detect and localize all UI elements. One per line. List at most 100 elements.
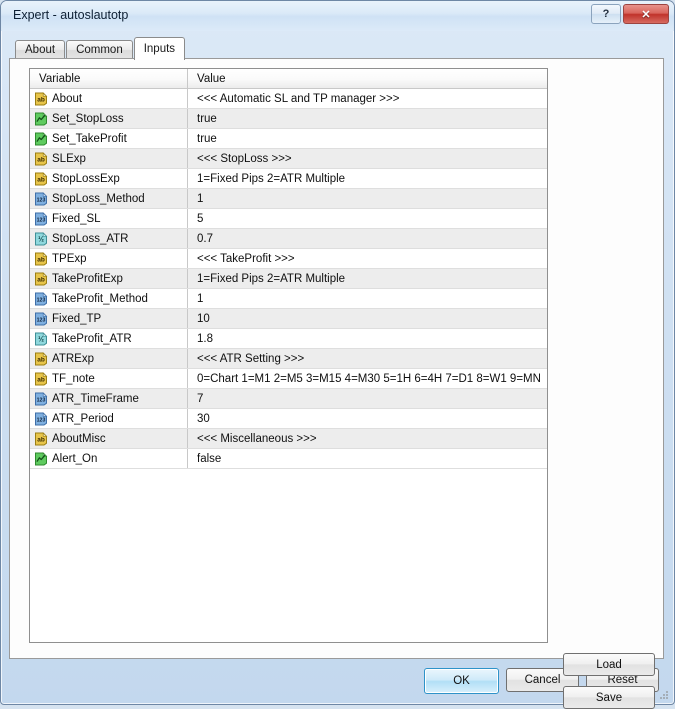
grid-row[interactable]: Set_StopLoss true: [30, 109, 547, 129]
variable-name: StopLoss_Method: [52, 192, 145, 205]
value-cell[interactable]: 1: [188, 189, 547, 208]
variable-name: ATR_TimeFrame: [52, 392, 139, 405]
load-button[interactable]: Load: [563, 653, 655, 676]
grid-row[interactable]: ab AboutMisc <<< Miscellaneous >>>: [30, 429, 547, 449]
tab-about[interactable]: About: [15, 40, 66, 59]
variable-cell[interactable]: Alert_On: [30, 449, 188, 468]
double-type-icon: ½: [34, 231, 48, 246]
value-cell[interactable]: 7: [188, 389, 547, 408]
variable-cell[interactable]: ½ TakeProfit_ATR: [30, 329, 188, 348]
integer-type-icon: 123: [34, 411, 48, 426]
value-cell[interactable]: 0=Chart 1=M1 2=M5 3=M15 4=M30 5=1H 6=4H …: [188, 369, 547, 388]
variable-cell[interactable]: ab About: [30, 89, 188, 108]
value-cell[interactable]: 10: [188, 309, 547, 328]
svg-text:123: 123: [37, 217, 46, 223]
variable-name: About: [52, 92, 83, 105]
variable-cell[interactable]: ab ATRExp: [30, 349, 188, 368]
tab-label: About: [25, 44, 56, 56]
grid-row[interactable]: 123 StopLoss_Method 1: [30, 189, 547, 209]
variable-cell[interactable]: ab TPExp: [30, 249, 188, 268]
grid-row[interactable]: ab TPExp <<< TakeProfit >>>: [30, 249, 547, 269]
value-cell[interactable]: 5: [188, 209, 547, 228]
variable-cell[interactable]: 123 ATR_Period: [30, 409, 188, 428]
variable-cell[interactable]: 123 StopLoss_Method: [30, 189, 188, 208]
variable-name: TakeProfit_Method: [52, 292, 148, 305]
variable-name: StopLossExp: [52, 172, 120, 185]
string-type-icon: ab: [34, 351, 48, 366]
tab-common[interactable]: Common: [66, 40, 133, 59]
string-type-icon: ab: [34, 151, 48, 166]
grid-row[interactable]: Alert_On false: [30, 449, 547, 469]
save-button[interactable]: Save: [563, 686, 655, 709]
value-cell[interactable]: 1=Fixed Pips 2=ATR Multiple: [188, 269, 547, 288]
svg-text:ab: ab: [37, 96, 45, 103]
variable-cell[interactable]: 123 ATR_TimeFrame: [30, 389, 188, 408]
svg-text:123: 123: [37, 297, 46, 303]
grid-row[interactable]: ab About <<< Automatic SL and TP manager >…: [30, 89, 547, 109]
variable-cell[interactable]: Set_TakeProfit: [30, 129, 188, 148]
variable-cell[interactable]: 123 Fixed_SL: [30, 209, 188, 228]
integer-type-icon: 123: [34, 391, 48, 406]
grid-row[interactable]: 123 Fixed_TP 10: [30, 309, 547, 329]
value-cell[interactable]: true: [188, 129, 547, 148]
svg-text:123: 123: [37, 397, 46, 403]
svg-text:ab: ab: [37, 176, 45, 183]
svg-text:123: 123: [37, 197, 46, 203]
value-cell[interactable]: <<< ATR Setting >>>: [188, 349, 547, 368]
value-cell[interactable]: <<< Miscellaneous >>>: [188, 429, 547, 448]
string-type-icon: ab: [34, 91, 48, 106]
variable-cell[interactable]: ab SLExp: [30, 149, 188, 168]
value-cell[interactable]: <<< TakeProfit >>>: [188, 249, 547, 268]
variable-cell[interactable]: ab AboutMisc: [30, 429, 188, 448]
resize-grip-icon[interactable]: [658, 689, 670, 701]
title-bar: Expert - autoslautotp ? ✕: [1, 1, 674, 31]
grid-row[interactable]: 123 TakeProfit_Method 1: [30, 289, 547, 309]
inputs-grid[interactable]: Variable Value ab About <<< Automatic SL a…: [29, 68, 548, 643]
grid-row[interactable]: 123 ATR_Period 30: [30, 409, 547, 429]
grid-row[interactable]: ab SLExp <<< StopLoss >>>: [30, 149, 547, 169]
variable-cell[interactable]: ab TakeProfitExp: [30, 269, 188, 288]
variable-name: TF_note: [52, 372, 95, 385]
variable-cell[interactable]: Set_StopLoss: [30, 109, 188, 128]
bool-type-icon: [34, 131, 48, 146]
value-cell[interactable]: 0.7: [188, 229, 547, 248]
value-cell[interactable]: <<< StopLoss >>>: [188, 149, 547, 168]
svg-text:ab: ab: [37, 256, 45, 263]
help-button[interactable]: ?: [591, 4, 621, 24]
tab-label: Inputs: [143, 43, 176, 55]
variable-cell[interactable]: ab StopLossExp: [30, 169, 188, 188]
grid-row[interactable]: ab ATRExp <<< ATR Setting >>>: [30, 349, 547, 369]
grid-row[interactable]: 123 ATR_TimeFrame 7: [30, 389, 547, 409]
column-header-value[interactable]: Value: [188, 69, 547, 88]
value-cell[interactable]: 1=Fixed Pips 2=ATR Multiple: [188, 169, 547, 188]
variable-cell[interactable]: ab TF_note: [30, 369, 188, 388]
value-cell[interactable]: 30: [188, 409, 547, 428]
variable-name: AboutMisc: [52, 432, 106, 445]
tab-label: Common: [76, 44, 123, 56]
grid-row[interactable]: ½ TakeProfit_ATR 1.8: [30, 329, 547, 349]
value-cell[interactable]: false: [188, 449, 547, 468]
grid-row[interactable]: ab TF_note 0=Chart 1=M1 2=M5 3=M15 4=M30 5…: [30, 369, 547, 389]
close-button[interactable]: ✕: [623, 4, 669, 24]
grid-row[interactable]: ab TakeProfitExp 1=Fixed Pips 2=ATR Multip…: [30, 269, 547, 289]
grid-row[interactable]: ½ StopLoss_ATR 0.7: [30, 229, 547, 249]
value-cell[interactable]: true: [188, 109, 547, 128]
variable-name: ATR_Period: [52, 412, 114, 425]
svg-text:ab: ab: [37, 156, 45, 163]
svg-text:123: 123: [37, 317, 46, 323]
variable-cell[interactable]: 123 TakeProfit_Method: [30, 289, 188, 308]
grid-row[interactable]: ab StopLossExp 1=Fixed Pips 2=ATR Multiple: [30, 169, 547, 189]
variable-name: Set_TakeProfit: [52, 132, 127, 145]
value-cell[interactable]: 1.8: [188, 329, 547, 348]
svg-text:123: 123: [37, 417, 46, 423]
ok-button[interactable]: OK: [424, 668, 499, 694]
grid-row[interactable]: Set_TakeProfit true: [30, 129, 547, 149]
value-cell[interactable]: 1: [188, 289, 547, 308]
tab-inputs[interactable]: Inputs: [133, 37, 186, 60]
variable-cell[interactable]: 123 Fixed_TP: [30, 309, 188, 328]
string-type-icon: ab: [34, 371, 48, 386]
grid-row[interactable]: 123 Fixed_SL 5: [30, 209, 547, 229]
value-cell[interactable]: <<< Automatic SL and TP manager >>>: [188, 89, 547, 108]
column-header-variable[interactable]: Variable: [30, 69, 188, 88]
variable-cell[interactable]: ½ StopLoss_ATR: [30, 229, 188, 248]
